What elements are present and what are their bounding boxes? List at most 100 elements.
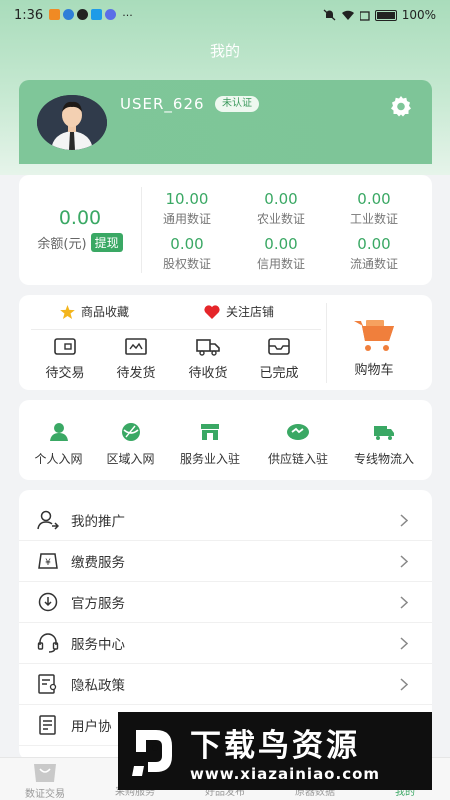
join-label: 服务业入驻 [179,452,240,466]
chevron-right-icon [400,595,408,609]
tab-trade[interactable]: 数证交易 [10,761,80,800]
mute-icon [323,9,336,21]
info-circle-icon [38,592,58,612]
menu-item-label: 隐私政策 [71,678,125,694]
page-title: 我的 [209,42,240,60]
battery-icon [374,9,397,21]
app-notification-icon [105,8,117,20]
order-state-label: 待收货 [188,366,228,381]
status-right: 100% [323,8,436,22]
cert-item[interactable]: 10.00 通用数证 [141,190,233,227]
divider [326,303,327,383]
join-regional[interactable]: 区域入网 [103,422,158,467]
join-personal[interactable]: 个人入网 [31,422,86,467]
status-time: 1:36 [14,7,44,23]
chevron-right-icon [400,554,408,568]
app-notification-icon [49,8,61,20]
follow-shop-link[interactable]: 关注店铺 [204,303,274,320]
wifi-icon [341,10,354,20]
balance-amount: 0.00 [58,207,102,229]
cert-label: 工业数证 [349,212,398,226]
box-icon [125,338,147,355]
document-icon [39,715,56,735]
verify-status-badge[interactable]: 未认证 [215,96,259,112]
balance-block[interactable]: 0.00 余额(元) 提现 [19,207,141,252]
menu-item-official-service[interactable]: 官方服务 [19,582,432,623]
cert-value: 0.00 [170,235,204,253]
watermark-overlay: 下载鸟资源 www.xiazainiao.com [118,712,432,790]
shopping-bag-icon [34,764,56,782]
star-icon [60,304,75,319]
order-state-label: 已完成 [259,366,299,381]
status-bar: 1:36 ··· 100% [0,0,450,30]
favorites-link[interactable]: 商品收藏 [60,303,129,320]
signal-icon [359,11,370,21]
join-logistics[interactable]: 专线物流入 [349,422,419,467]
heart-icon [204,304,220,319]
menu-item-payment[interactable]: ¥ 缴费服务 [19,541,432,582]
menu-item-service-center[interactable]: 服务中心 [19,623,432,664]
user-share-icon [37,510,59,530]
bird-logo-icon [132,730,172,776]
menu-item-label: 官方服务 [71,596,125,612]
cert-item[interactable]: 0.00 股权数证 [141,235,233,272]
join-supply-chain[interactable]: 供应链入驻 [260,422,336,467]
person-icon [49,423,68,441]
join-label: 区域入网 [106,452,155,466]
wallet-card: 0.00 余额(元) 提现 10.00 通用数证 0.00 农业数证 0.00 … [19,175,432,285]
cert-label: 流通数证 [349,257,398,271]
favorites-label: 商品收藏 [81,305,130,319]
headset-icon [37,633,59,653]
username: USER_626 [120,95,205,113]
menu-item-label: 服务中心 [71,637,125,653]
cert-item[interactable]: 0.00 流通数证 [328,235,420,272]
cert-value: 0.00 [357,235,391,253]
order-state-label: 待交易 [45,366,85,381]
order-completed[interactable]: 已完成 [249,337,309,381]
menu-item-my-promotion[interactable]: 我的推广 [19,500,432,541]
order-pending-trade[interactable]: 待交易 [35,337,95,381]
notification-icons: ··· [49,8,133,22]
svg-text:¥: ¥ [45,558,51,568]
divider [31,329,321,330]
cert-value: 0.00 [264,190,298,208]
menu-item-privacy-policy[interactable]: 隐私政策 [19,664,432,705]
avatar[interactable] [37,95,107,150]
globe-icon [121,423,140,441]
document-person-icon [38,674,57,694]
join-label: 个人入网 [34,452,83,466]
cert-item[interactable]: 0.00 工业数证 [328,190,420,227]
payment-icon: ¥ [38,553,58,569]
order-pending-receive[interactable]: 待收货 [178,337,238,381]
withdraw-button[interactable]: 提现 [90,233,123,252]
app-notification-icon [77,8,89,20]
gear-icon[interactable] [389,94,413,118]
join-service[interactable]: 服务业入驻 [172,422,248,467]
watermark-url: www.xiazainiao.com [190,765,381,783]
cert-item[interactable]: 0.00 信用数证 [235,235,327,272]
cert-value: 10.00 [165,190,209,208]
join-label: 供应链入驻 [267,452,328,466]
user-card[interactable]: USER_626 未认证 [19,80,432,164]
balance-label: 余额(元) [37,237,87,252]
truck-icon [196,339,220,356]
wallet-icon [54,338,76,355]
cert-label: 股权数证 [162,257,211,271]
battery-percent: 100% [401,8,436,22]
app-notification-icon [63,8,75,20]
cert-label: 农业数证 [256,212,305,226]
cart-button[interactable]: 购物车 [344,317,404,378]
cert-item[interactable]: 0.00 农业数证 [235,190,327,227]
order-state-label: 待发货 [116,366,156,381]
chevron-right-icon [400,636,408,650]
cert-label: 通用数证 [162,212,211,226]
tab-label: 数证交易 [25,789,65,800]
shop-icon [201,424,219,440]
order-pending-ship[interactable]: 待发货 [106,337,166,381]
cart-label: 购物车 [354,363,394,378]
cart-icon [354,320,394,351]
chevron-right-icon [400,513,408,527]
cert-label: 信用数证 [256,257,305,271]
more-notifications-icon: ··· [122,8,133,22]
join-network-card: 个人入网 区域入网 服务业入驻 供应链入驻 专线物流入 [19,400,432,480]
